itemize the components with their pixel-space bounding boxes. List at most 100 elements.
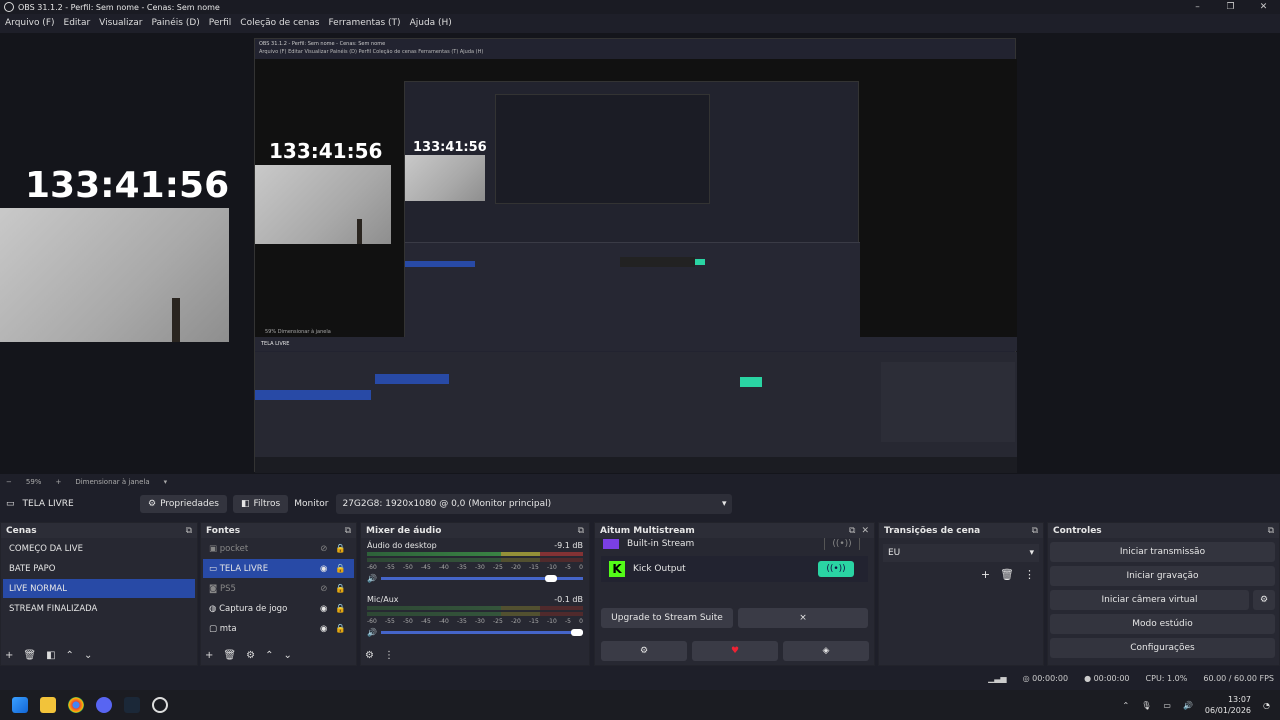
dock-float-icon[interactable]: ⧉ [345, 526, 351, 536]
scene-item[interactable]: BATE PAPO [3, 559, 195, 578]
trash-icon[interactable]: 🗑 [1000, 568, 1014, 581]
start-stream-button[interactable]: Iniciar transmissão [1050, 542, 1275, 562]
upgrade-button[interactable]: Upgrade to Stream Suite [601, 608, 733, 628]
nested-source-bar: TELA LIVRE [255, 337, 1017, 351]
close-button[interactable]: ✕ [1247, 0, 1280, 14]
volume-slider[interactable] [380, 629, 583, 636]
chevron-up-icon[interactable]: ⌃ [1123, 701, 1130, 710]
start-record-button[interactable]: Iniciar gravação [1050, 566, 1275, 586]
menu-colecao[interactable]: Coleção de cenas [240, 18, 319, 28]
lock-icon[interactable]: 🔒 [335, 624, 346, 634]
zoom-out-button[interactable]: − [6, 478, 12, 486]
eye-icon[interactable]: ◉ [320, 604, 327, 614]
close-icon[interactable]: ✕ [861, 526, 869, 536]
clock-time: 13:07 [1227, 695, 1252, 704]
source-item-selected[interactable]: ▭ TELA LIVRE ◉ 🔒 [203, 559, 354, 578]
virtual-cam-settings-button[interactable]: ⚙ [1253, 590, 1275, 610]
output-toggle[interactable]: ((•)) [824, 538, 860, 550]
gear-icon[interactable]: ⚙ [365, 650, 374, 661]
add-icon[interactable]: + [205, 650, 213, 661]
clock[interactable]: 13:07 06/01/2026 [1205, 694, 1251, 716]
speaker-icon[interactable]: 🔊 [367, 628, 377, 637]
dock-float-icon[interactable]: ⧉ [849, 526, 855, 536]
steam-icon[interactable] [124, 697, 140, 713]
output-toggle[interactable]: ((•)) [818, 561, 854, 577]
eye-icon[interactable]: ◉ [320, 564, 327, 574]
minimize-button[interactable]: – [1181, 0, 1214, 14]
arrow-down-icon[interactable]: ⌄ [283, 650, 291, 661]
dock-float-icon[interactable]: ⧉ [578, 526, 584, 536]
more-icon[interactable]: ⋮ [384, 650, 394, 661]
arrow-up-icon[interactable]: ⌃ [66, 650, 74, 661]
scale-tick: -15 [529, 564, 539, 571]
zoom-in-button[interactable]: + [55, 478, 61, 486]
menu-arquivo[interactable]: Arquivo (F) [5, 18, 55, 28]
notification-icon[interactable]: ◔ [1263, 701, 1270, 710]
source-item[interactable]: ◍ Captura de jogo ◉ 🔒 [203, 599, 354, 618]
menu-perfil[interactable]: Perfil [209, 18, 232, 28]
output-label: Built-in Stream [627, 539, 695, 549]
virtual-cam-button[interactable]: Iniciar câmera virtual [1050, 590, 1249, 610]
arrow-down-icon[interactable]: ⌄ [84, 650, 92, 661]
obs-icon[interactable] [152, 697, 168, 713]
arrow-up-icon[interactable]: ⌃ [265, 650, 273, 661]
heart-button[interactable]: ♥ [692, 641, 778, 661]
properties-button[interactable]: ⚙ Propriedades [140, 495, 227, 513]
add-icon[interactable]: + [981, 568, 990, 581]
scene-item-selected[interactable]: LIVE NORMAL [3, 579, 195, 598]
trash-icon[interactable]: 🗑 [23, 650, 36, 661]
source-item[interactable]: ◙ PS5 ⊘ 🔒 [203, 579, 354, 598]
filters-button[interactable]: ◧ Filtros [232, 495, 289, 513]
preview-canvas[interactable]: 133:41:56 OBS 31.1.2 - Perfil: Sem nome … [0, 33, 1280, 474]
maximize-button[interactable]: ❐ [1214, 0, 1247, 14]
filter-icon[interactable]: ◧ [46, 650, 55, 661]
add-icon[interactable]: + [5, 650, 13, 661]
dock-float-icon[interactable]: ⧉ [1268, 526, 1274, 536]
menu-visualizar[interactable]: Visualizar [99, 18, 142, 28]
discord-icon[interactable] [96, 697, 112, 713]
speaker-icon[interactable]: 🔊 [367, 574, 377, 583]
volume-knob[interactable] [571, 629, 583, 636]
zoom-row: − 59% + Dimensionar à janela ▾ [0, 475, 1280, 488]
volume-slider[interactable] [380, 575, 583, 582]
source-item[interactable]: ▢ mta ◉ 🔒 [203, 619, 354, 638]
gear-icon[interactable]: ⚙ [246, 650, 255, 661]
studio-mode-button[interactable]: Modo estúdio [1050, 614, 1275, 634]
settings-button[interactable]: ⚙ [601, 641, 687, 661]
settings-button[interactable]: Configurações [1050, 638, 1275, 658]
chrome-icon[interactable] [68, 697, 84, 713]
menu-paineis[interactable]: Painéis (D) [151, 18, 199, 28]
eye-off-icon[interactable]: ⊘ [320, 544, 327, 554]
lock-icon[interactable]: 🔒 [335, 604, 346, 614]
chevron-down-icon[interactable]: ▾ [164, 478, 168, 486]
network-icon[interactable]: ▭ [1163, 701, 1171, 710]
transition-select[interactable]: EU ▾ [883, 544, 1039, 562]
scene-item[interactable]: COMEÇO DA LIVE [3, 539, 195, 558]
dismiss-button[interactable]: × [738, 608, 868, 628]
more-icon[interactable]: ⋮ [1024, 568, 1035, 581]
scale-tick: -55 [385, 564, 395, 571]
menu-ferramentas[interactable]: Ferramentas (T) [328, 18, 400, 28]
mic-icon[interactable]: 🎙 [1141, 701, 1151, 710]
discord-button[interactable]: ◈ [783, 641, 869, 661]
menu-editar[interactable]: Editar [64, 18, 91, 28]
dock-float-icon[interactable]: ⧉ [186, 526, 192, 536]
lock-icon[interactable]: 🔒 [335, 564, 346, 574]
lock-icon[interactable]: 🔒 [335, 584, 346, 594]
trash-icon[interactable]: 🗑 [223, 650, 236, 661]
zoom-mode[interactable]: Dimensionar à janela [75, 478, 149, 486]
scale-tick: -5 [565, 564, 571, 571]
monitor-select[interactable]: 27G2G8: 1920x1080 @ 0,0 (Monitor princip… [336, 494, 733, 514]
speaker-icon[interactable]: 🔊 [1183, 701, 1193, 710]
volume-knob[interactable] [544, 575, 557, 582]
scene-item[interactable]: STREAM FINALIZADA [3, 599, 195, 618]
dock-float-icon[interactable]: ⧉ [1032, 526, 1038, 536]
menu-ajuda[interactable]: Ajuda (H) [410, 18, 452, 28]
eye-icon[interactable]: ◉ [320, 624, 327, 634]
lock-icon[interactable]: 🔒 [335, 544, 346, 554]
eye-off-icon[interactable]: ⊘ [320, 584, 327, 594]
source-item[interactable]: ▣ pocket ⊘ 🔒 [203, 539, 354, 558]
folder-icon[interactable] [40, 697, 56, 713]
filters-label: Filtros [253, 499, 281, 509]
windows-start-icon[interactable] [12, 697, 28, 713]
